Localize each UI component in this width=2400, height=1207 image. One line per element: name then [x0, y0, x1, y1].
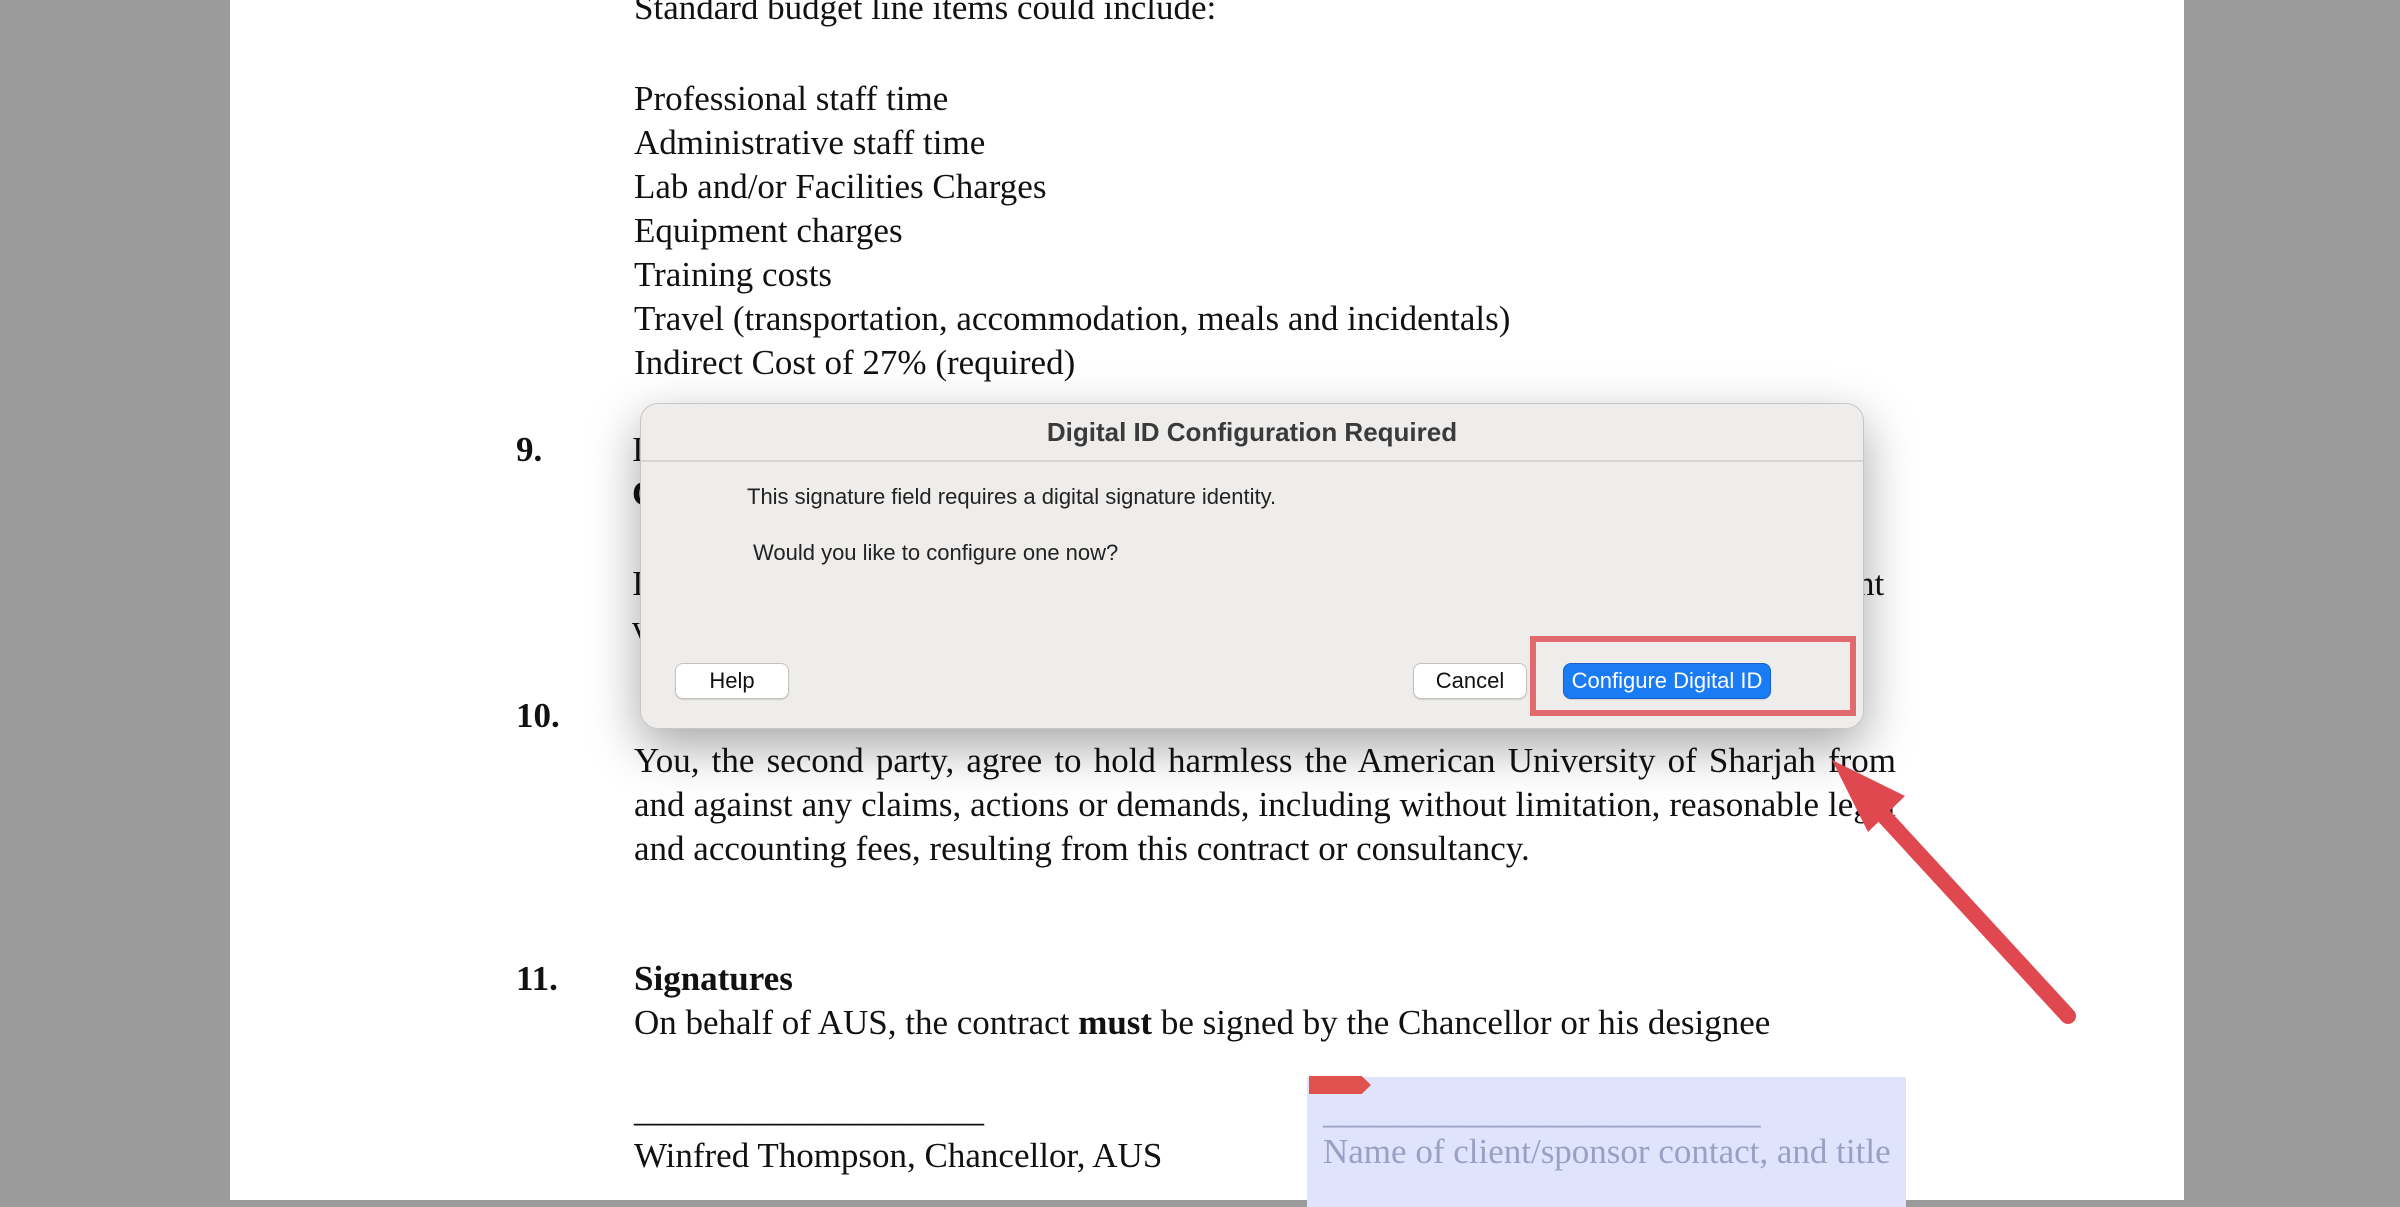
annotation-arrow-icon	[1832, 760, 2076, 1024]
